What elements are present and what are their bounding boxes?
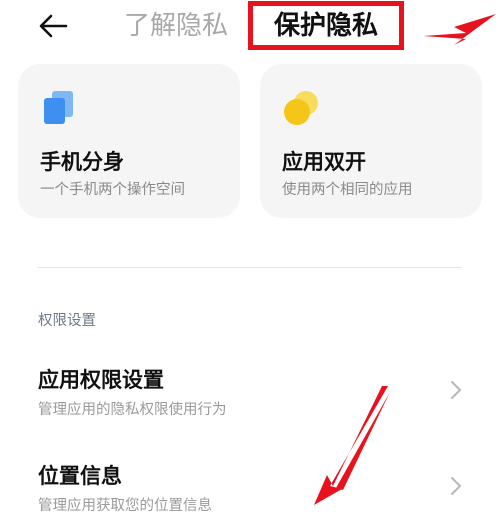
feature-card-dual-apps[interactable]: 应用双开 使用两个相同的应用 <box>260 64 482 218</box>
section-header-permissions: 权限设置 <box>38 313 96 329</box>
feature-subtitle: 一个手机两个操作空间 <box>40 182 185 198</box>
feature-subtitle: 使用两个相同的应用 <box>282 182 413 198</box>
feature-title: 应用双开 <box>282 150 366 174</box>
list-item-app-permissions[interactable]: 应用权限设置 管理应用的隐私权限使用行为 <box>0 356 500 436</box>
chevron-right-icon <box>451 477 461 495</box>
tab-protect-privacy[interactable]: 保护隐私 <box>274 8 378 44</box>
chevron-right-icon <box>451 381 461 399</box>
tab-learn-privacy[interactable]: 了解隐私 <box>124 8 228 44</box>
dual-squares-icon <box>44 91 73 124</box>
list-item-subtitle: 管理应用的隐私权限使用行为 <box>38 402 227 418</box>
back-arrow-icon <box>39 14 68 38</box>
list-item-title: 应用权限设置 <box>38 368 164 392</box>
list-item-location-info[interactable]: 位置信息 管理应用获取您的位置信息 <box>0 452 500 532</box>
dual-circles-icon <box>284 91 318 125</box>
feature-title: 手机分身 <box>40 150 124 174</box>
section-divider <box>38 267 462 268</box>
list-item-title: 位置信息 <box>38 464 122 488</box>
list-item-subtitle: 管理应用获取您的位置信息 <box>38 498 212 514</box>
feature-card-second-space[interactable]: 手机分身 一个手机两个操作空间 <box>18 64 240 218</box>
back-button[interactable] <box>36 10 72 42</box>
header-bar: 了解隐私 保护隐私 <box>0 0 500 60</box>
